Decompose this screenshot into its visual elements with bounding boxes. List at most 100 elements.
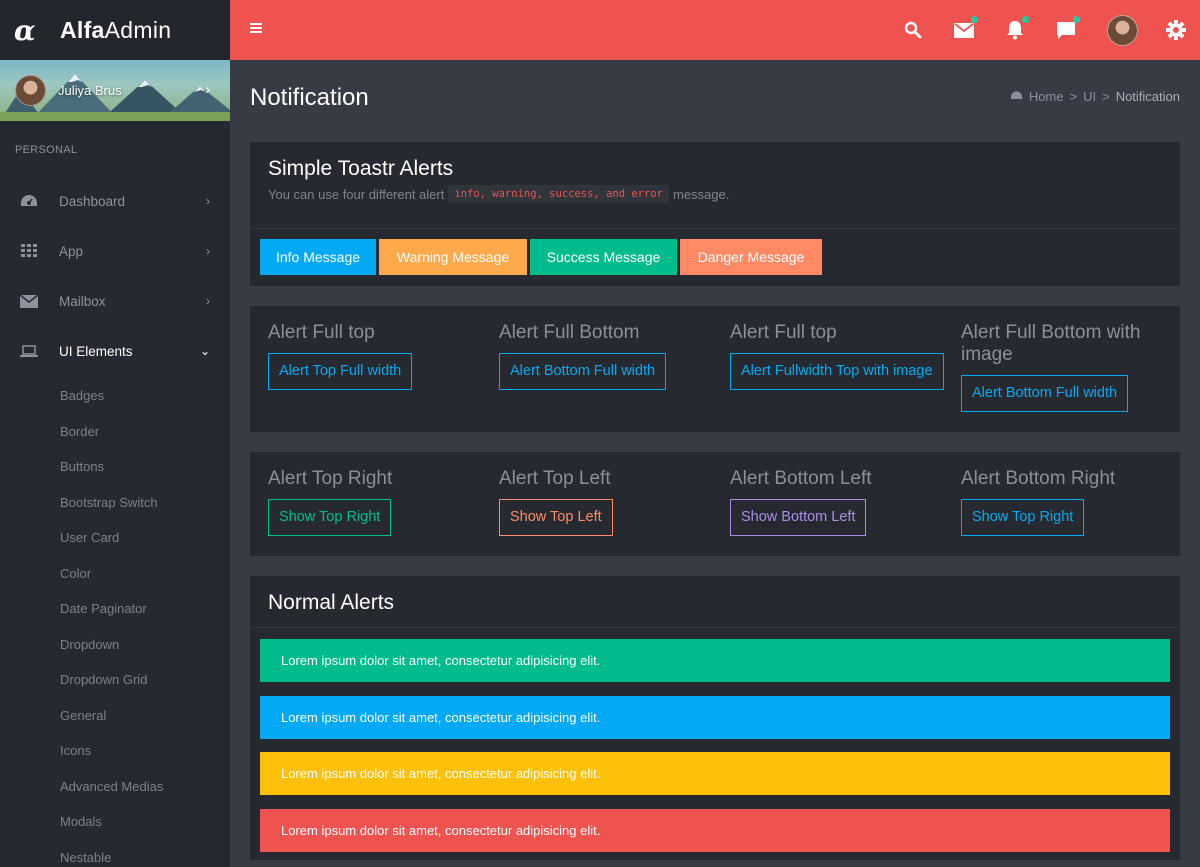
submenu-item-buttons[interactable]: Buttons: [0, 449, 230, 485]
alert-group: Alert Full Bottom Alert Bottom Full widt…: [499, 322, 714, 390]
chevron-down-icon: ⌄: [199, 344, 210, 358]
subtitle-text: You can use four different alert: [268, 186, 445, 202]
breadcrumb-ui[interactable]: UI: [1083, 89, 1096, 104]
alert-group: Alert Bottom Right Show Top Right: [961, 468, 1176, 536]
card-subtitle: You can use four different alert info, w…: [268, 185, 729, 203]
page-title: Notification: [250, 84, 369, 111]
notification-dot: [971, 16, 978, 23]
sidebar: α AlfaAdmin Juliya Brus › PERSONAL Dashb…: [0, 0, 230, 867]
submenu-item-advanced-medias[interactable]: Advanced Medias: [0, 769, 230, 805]
menu-icon[interactable]: [250, 23, 262, 35]
alert-group: Alert Full top Alert Fullwidth Top with …: [730, 322, 970, 390]
submenu-item-badges[interactable]: Badges: [0, 378, 230, 414]
alert-group-title: Alert Top Right: [268, 468, 393, 489]
alert-group: Alert Full Bottom with image Alert Botto…: [961, 322, 1161, 412]
bell-icon[interactable]: [1004, 16, 1029, 41]
alert-group-title: Alert Full Bottom: [499, 322, 640, 343]
alert-danger: Lorem ipsum dolor sit amet, consectetur …: [260, 809, 1170, 852]
user-name: Juliya Brus: [58, 83, 122, 98]
alert-group-title: Alert Bottom Right: [961, 468, 1116, 489]
breadcrumb: Home > UI > Notification: [1010, 89, 1180, 104]
alert-bottom-full-width-image-button[interactable]: Alert Bottom Full width: [961, 375, 1129, 412]
sidebar-item-mailbox[interactable]: Mailbox ›: [0, 276, 230, 326]
breadcrumb-separator: >: [1069, 89, 1078, 104]
submenu-item-nestable[interactable]: Nestable: [0, 840, 230, 867]
toastr-alerts-card: Simple Toastr Alerts You can use four di…: [250, 142, 1180, 286]
submenu-item-modals[interactable]: Modals: [0, 804, 230, 840]
logo[interactable]: α AlfaAdmin: [0, 0, 230, 60]
submenu-item-dropdown[interactable]: Dropdown: [0, 627, 230, 663]
card-title: Simple Toastr Alerts: [268, 157, 454, 180]
alert-success: Lorem ipsum dolor sit amet, consectetur …: [260, 639, 1170, 682]
alert-group: Alert Full top Alert Top Full width: [268, 322, 483, 390]
subtitle-text: message.: [672, 186, 730, 202]
sidebar-item-dashboard[interactable]: Dashboard ›: [0, 176, 230, 226]
gear-icon[interactable]: [1165, 19, 1187, 41]
chevron-right-icon: ›: [206, 294, 210, 308]
alert-group-title: Alert Full Bottom with image: [961, 322, 1141, 365]
user-panel[interactable]: Juliya Brus ›: [0, 60, 230, 121]
alert-group: Alert Top Left Show Top Left: [499, 468, 714, 536]
alert-top-full-width-button[interactable]: Alert Top Full width: [268, 353, 413, 390]
card-title: Normal Alerts: [268, 591, 395, 614]
alert-group-title: Alert Top Left: [499, 468, 611, 489]
nav-section-header: PERSONAL: [15, 144, 78, 156]
show-top-right-button[interactable]: Show Top Right: [268, 499, 392, 536]
logo-alpha-icon: α: [14, 13, 36, 47]
submenu-item-general[interactable]: General: [0, 698, 230, 734]
dashboard-icon: [1010, 89, 1023, 104]
avatar[interactable]: [1107, 15, 1138, 46]
mail-icon[interactable]: [953, 16, 978, 41]
search-icon[interactable]: [902, 19, 924, 41]
full-width-alerts-card: Alert Full top Alert Top Full width Aler…: [250, 306, 1180, 432]
alert-group-title: Alert Bottom Left: [730, 468, 872, 489]
sidebar-item-label: Mailbox: [59, 293, 106, 309]
logo-text: AlfaAdmin: [60, 16, 172, 43]
alert-bottom-full-width-button[interactable]: Alert Bottom Full width: [499, 353, 667, 390]
sidebar-item-label: Dashboard: [59, 193, 126, 209]
laptop-icon: [20, 342, 38, 360]
chevron-right-icon: ›: [206, 194, 210, 208]
position-alerts-card: Alert Top Right Show Top Right Alert Top…: [250, 452, 1180, 556]
notification-dot: [1022, 16, 1029, 23]
danger-message-button[interactable]: Danger Message: [680, 239, 822, 275]
chat-icon[interactable]: [1055, 16, 1080, 41]
warning-message-button[interactable]: Warning Message: [379, 239, 527, 275]
mail-icon: [20, 292, 38, 310]
chevron-right-icon: ›: [206, 244, 210, 258]
submenu-item-icons[interactable]: Icons: [0, 733, 230, 769]
breadcrumb-current: Notification: [1115, 89, 1180, 104]
alert-group: Alert Top Right Show Top Right: [268, 468, 483, 536]
sidebar-item-app[interactable]: App ›: [0, 226, 230, 276]
alert-group: Alert Bottom Left Show Bottom Left: [730, 468, 945, 536]
sidebar-item-ui-elements[interactable]: UI Elements ⌄: [0, 326, 230, 376]
topbar: [230, 0, 1200, 60]
ui-elements-submenu: Badges Border Buttons Bootstrap Switch U…: [0, 376, 230, 867]
chevron-right-icon[interactable]: ›: [205, 81, 210, 97]
show-bottom-right-button[interactable]: Show Top Right: [961, 499, 1085, 536]
notification-dot: [1073, 16, 1080, 23]
user-avatar[interactable]: [15, 75, 46, 106]
submenu-item-date-paginator[interactable]: Date Paginator: [0, 591, 230, 627]
submenu-item-color[interactable]: Color: [0, 556, 230, 592]
show-bottom-left-button[interactable]: Show Bottom Left: [730, 499, 867, 536]
alert-warning: Lorem ipsum dolor sit amet, consectetur …: [260, 752, 1170, 795]
alert-group-title: Alert Full top: [268, 322, 375, 343]
alert-fullwidth-top-image-button[interactable]: Alert Fullwidth Top with image: [730, 353, 944, 390]
alert-types-code: info, warning, success, and error: [448, 185, 669, 203]
breadcrumb-separator: >: [1102, 89, 1110, 104]
breadcrumb-home[interactable]: Home: [1029, 89, 1064, 104]
show-top-left-button[interactable]: Show Top Left: [499, 499, 613, 536]
sidebar-item-label: UI Elements: [59, 343, 133, 359]
sidebar-item-label: App: [59, 243, 84, 259]
submenu-item-bootstrap-switch[interactable]: Bootstrap Switch: [0, 485, 230, 521]
submenu-item-border[interactable]: Border: [0, 414, 230, 450]
divider: [250, 627, 1180, 628]
submenu-item-dropdown-grid[interactable]: Dropdown Grid: [0, 662, 230, 698]
submenu-item-user-card[interactable]: User Card: [0, 520, 230, 556]
success-message-button[interactable]: Success Message: [530, 239, 677, 275]
alert-group-title: Alert Full top: [730, 322, 837, 343]
info-message-button[interactable]: Info Message: [260, 239, 376, 275]
grid-icon: [20, 242, 38, 260]
normal-alerts-card: Normal Alerts Lorem ipsum dolor sit amet…: [250, 576, 1180, 860]
